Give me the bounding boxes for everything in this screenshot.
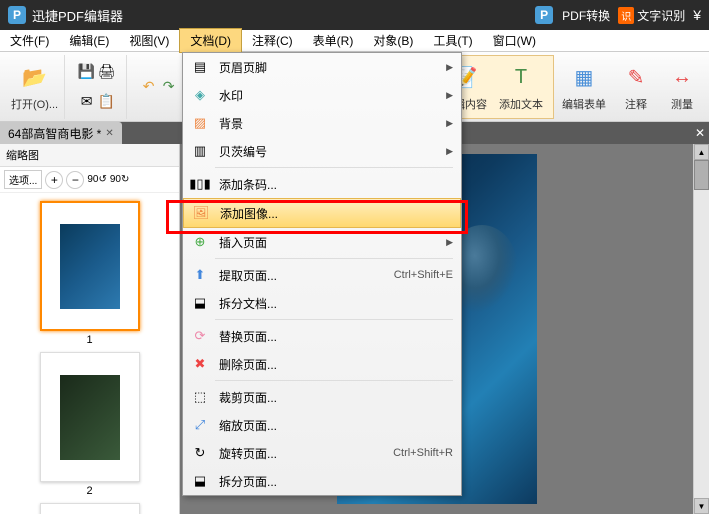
- rotate-left-icon[interactable]: 90↺: [87, 174, 107, 185]
- crop-icon: ⬚: [191, 388, 209, 406]
- menu-crop-page[interactable]: ⬚裁剪页面...: [183, 383, 461, 411]
- options-button[interactable]: 选项...: [4, 170, 42, 189]
- tool-open[interactable]: 📂 打开(O)...: [5, 55, 65, 119]
- thumbnail-1[interactable]: [40, 201, 140, 331]
- menu-add-image[interactable]: 🖼添加图像...: [183, 198, 461, 228]
- tool-edit-form[interactable]: ▦ 编辑表单: [556, 60, 612, 114]
- thumbnail-list: 1 2: [0, 193, 179, 514]
- menu-resize-page[interactable]: ⤢缩放页面...: [183, 411, 461, 439]
- split-doc-icon: ⬓: [191, 294, 209, 312]
- menu-delete-page[interactable]: ✖删除页面...: [183, 350, 461, 378]
- thumbnail-panel: 缩略图 选项... + − 90↺ 90↻ 1 2: [0, 144, 180, 514]
- scroll-down-icon[interactable]: ▼: [694, 498, 709, 514]
- undo-icon[interactable]: ↶: [139, 77, 159, 97]
- split-page-icon: ⬓: [191, 472, 209, 490]
- zoom-out-icon[interactable]: −: [66, 171, 84, 189]
- menu-view[interactable]: 视图(V): [119, 29, 179, 52]
- measure-icon: ↔: [666, 62, 698, 94]
- menu-watermark[interactable]: ◈水印▶: [183, 81, 461, 109]
- chevron-right-icon: ▶: [446, 237, 453, 248]
- thumbnail-2[interactable]: [40, 352, 140, 482]
- titlebar: P 迅捷PDF编辑器 P PDF转换 识 文字识别 ¥: [0, 0, 709, 30]
- vertical-scrollbar[interactable]: ▲ ▼: [693, 144, 709, 514]
- menu-replace-page[interactable]: ⟳替换页面...: [183, 322, 461, 350]
- menu-header-footer[interactable]: ▤页眉页脚▶: [183, 53, 461, 81]
- header-footer-icon: ▤: [191, 58, 209, 76]
- tab-close-all[interactable]: ✕: [695, 126, 709, 140]
- annotate-icon: ✎: [620, 62, 652, 94]
- tool-annotate[interactable]: ✎ 注释: [614, 60, 658, 114]
- panel-title: 缩略图: [0, 144, 179, 167]
- zoom-in-icon[interactable]: +: [45, 171, 63, 189]
- bates-icon: ▥: [191, 142, 209, 160]
- copy-icon[interactable]: 📋: [97, 92, 117, 112]
- resize-icon: ⤢: [191, 416, 209, 434]
- menu-split-page[interactable]: ⬓拆分页面...: [183, 467, 461, 495]
- menu-object[interactable]: 对象(B): [363, 29, 423, 52]
- app-logo-icon: P: [8, 6, 26, 24]
- tool-measure[interactable]: ↔ 测量: [660, 60, 704, 114]
- scroll-up-icon[interactable]: ▲: [694, 144, 709, 160]
- menubar: 文件(F) 编辑(E) 视图(V) 文档(D) 注释(C) 表单(R) 对象(B…: [0, 30, 709, 52]
- menu-rotate-page[interactable]: ↻旋转页面...Ctrl+Shift+R: [183, 439, 461, 467]
- tool-undo-group: ↶ ↷: [129, 55, 189, 119]
- print-icon[interactable]: 🖨: [97, 62, 117, 82]
- add-text-icon: T: [505, 62, 537, 94]
- thumbnail-3[interactable]: [40, 503, 140, 514]
- tool-add-text[interactable]: T 添加文本: [493, 60, 549, 114]
- menu-comment[interactable]: 注释(C): [242, 29, 303, 52]
- menu-window[interactable]: 窗口(W): [483, 29, 546, 52]
- extract-icon: ⬆: [191, 266, 209, 284]
- ocr-button[interactable]: 识 文字识别: [618, 7, 685, 24]
- menu-edit[interactable]: 编辑(E): [59, 29, 119, 52]
- chevron-right-icon: ▶: [446, 118, 453, 129]
- watermark-icon: ◈: [191, 86, 209, 104]
- insert-page-icon: ⊕: [191, 233, 209, 251]
- currency-icon[interactable]: ¥: [693, 7, 701, 23]
- chevron-right-icon: ▶: [446, 146, 453, 157]
- replace-icon: ⟳: [191, 327, 209, 345]
- folder-open-icon: 📂: [19, 62, 51, 94]
- save-icon[interactable]: 💾: [77, 62, 97, 82]
- chevron-right-icon: ▶: [446, 90, 453, 101]
- menu-extract-page[interactable]: ⬆提取页面...Ctrl+Shift+E: [183, 261, 461, 289]
- menu-barcode[interactable]: ▮▯▮添加条码...: [183, 170, 461, 198]
- ocr-icon: 识: [618, 7, 634, 24]
- menu-tool[interactable]: 工具(T): [423, 29, 482, 52]
- close-icon[interactable]: ✕: [105, 128, 113, 139]
- rotate-right-icon[interactable]: 90↻: [110, 174, 130, 185]
- pdf-convert-button[interactable]: P PDF转换: [535, 6, 610, 24]
- menu-document[interactable]: 文档(D): [179, 28, 242, 53]
- menu-form[interactable]: 表单(R): [303, 29, 364, 52]
- edit-form-icon: ▦: [568, 62, 600, 94]
- menu-split-doc[interactable]: ⬓拆分文档...: [183, 289, 461, 317]
- document-tab[interactable]: 64部高智商电影 * ✕: [0, 122, 122, 145]
- rotate-icon: ↻: [191, 444, 209, 462]
- chevron-right-icon: ▶: [446, 62, 453, 73]
- menu-background[interactable]: ▨背景▶: [183, 109, 461, 137]
- barcode-icon: ▮▯▮: [191, 175, 209, 193]
- menu-bates[interactable]: ▥贝茨编号▶: [183, 137, 461, 165]
- background-icon: ▨: [191, 114, 209, 132]
- document-menu-dropdown: ▤页眉页脚▶ ◈水印▶ ▨背景▶ ▥贝茨编号▶ ▮▯▮添加条码... 🖼添加图像…: [182, 52, 462, 496]
- image-icon: 🖼: [192, 204, 210, 222]
- app-title: 迅捷PDF编辑器: [32, 6, 535, 25]
- tool-quick-group: 💾 🖨 ✉ 📋: [67, 55, 127, 119]
- pdf-icon: P: [535, 6, 553, 24]
- menu-insert-page[interactable]: ⊕插入页面▶: [183, 228, 461, 256]
- panel-toolbar: 选项... + − 90↺ 90↻: [0, 167, 179, 193]
- menu-file[interactable]: 文件(F): [0, 29, 59, 52]
- redo-icon[interactable]: ↷: [159, 77, 179, 97]
- email-icon[interactable]: ✉: [77, 92, 97, 112]
- scroll-thumb[interactable]: [694, 160, 709, 190]
- delete-icon: ✖: [191, 355, 209, 373]
